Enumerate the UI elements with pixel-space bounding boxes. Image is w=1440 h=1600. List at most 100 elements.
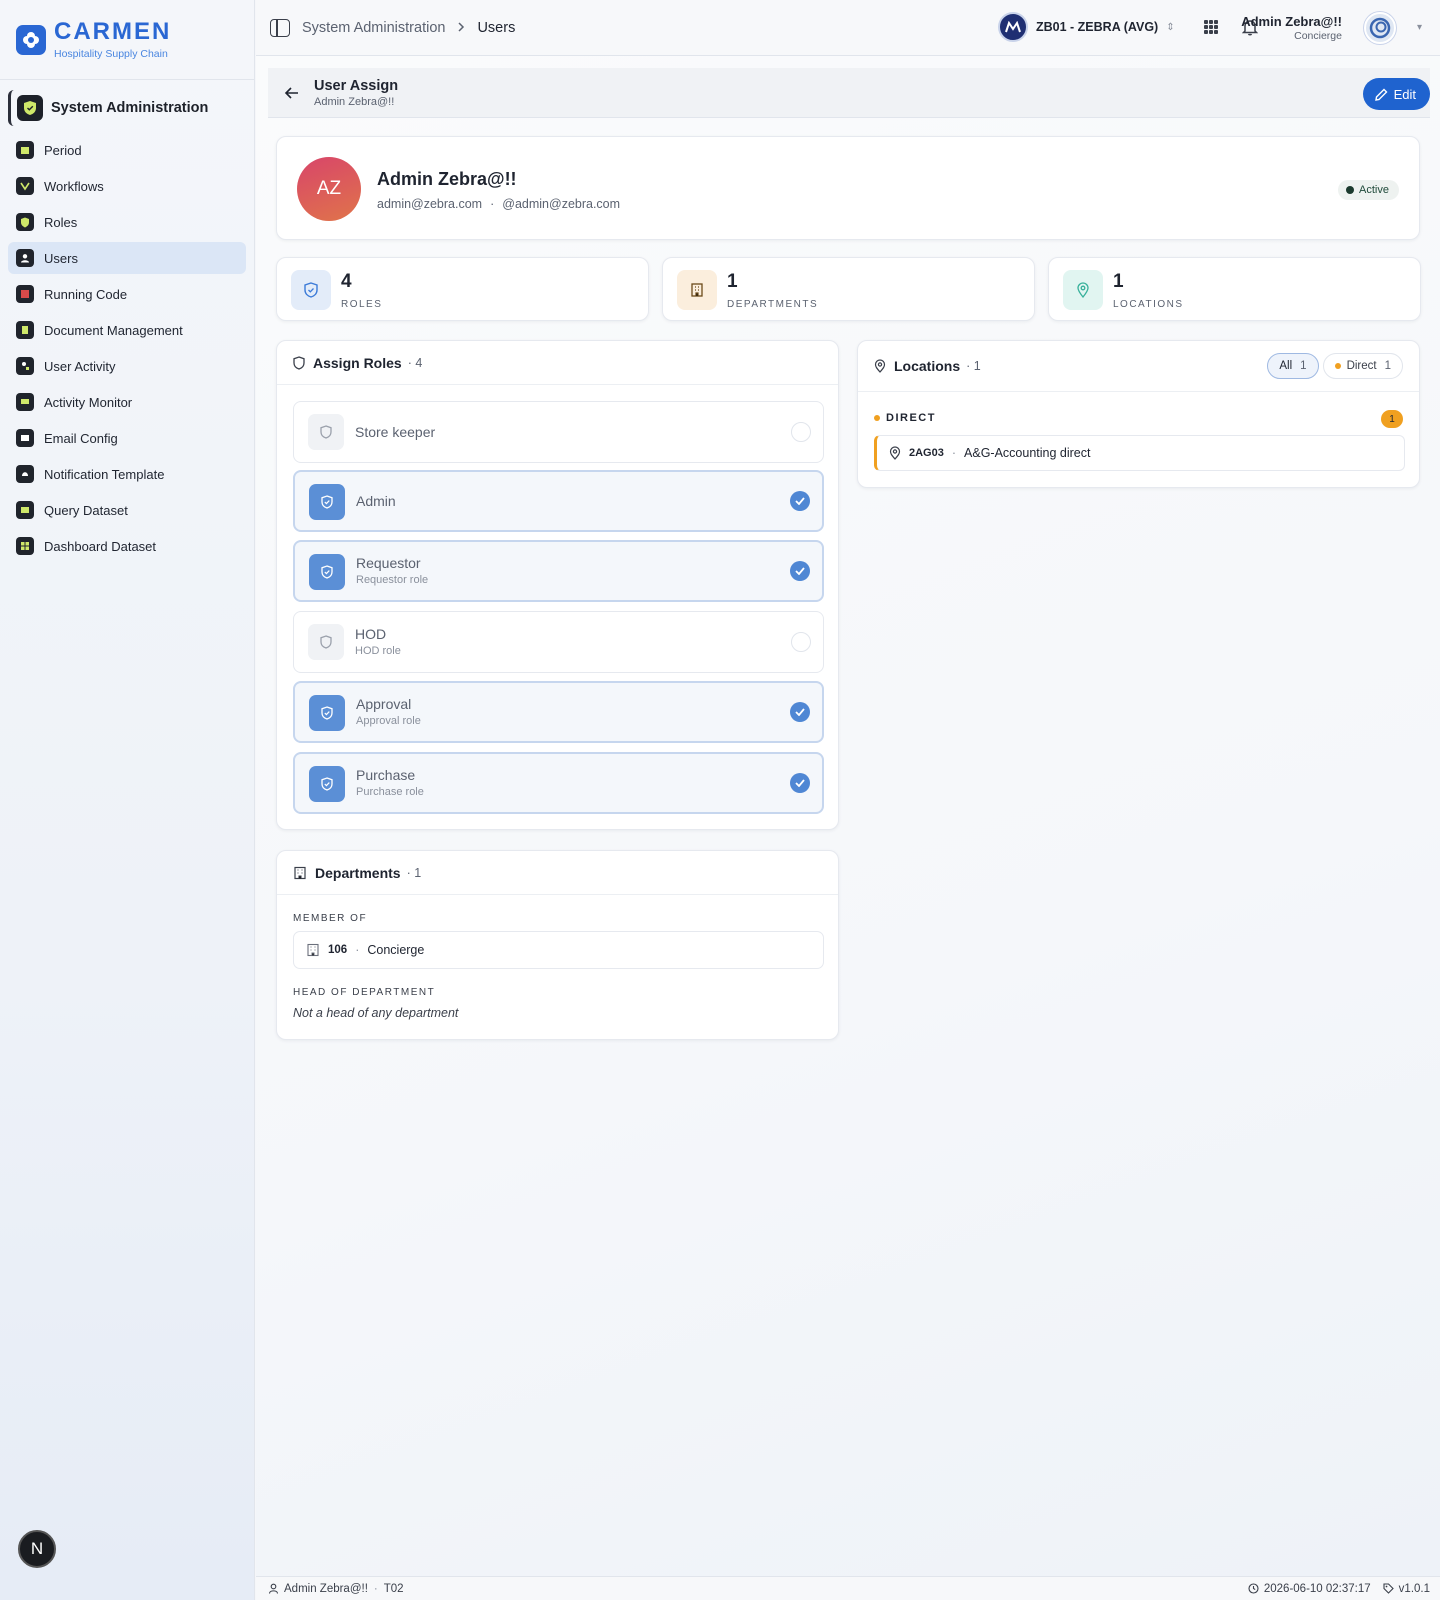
building-icon (294, 866, 306, 879)
stat-label: ROLES (341, 299, 383, 310)
shield-icon (308, 414, 344, 450)
edit-button[interactable]: Edit (1362, 78, 1430, 110)
role-checkbox[interactable] (791, 422, 811, 442)
sidebar-item-users[interactable]: Users (8, 242, 246, 274)
filter-all-chip[interactable]: All 1 (1267, 353, 1319, 379)
back-arrow-icon[interactable] (284, 85, 300, 101)
separator-dot: · (373, 1582, 378, 1595)
location-row: 2AG03 · A&G-Accounting direct (874, 435, 1405, 471)
role-option[interactable]: Approval Approval role (293, 681, 824, 743)
bell-icon (16, 465, 34, 483)
sidebar-item-roles[interactable]: Roles (8, 206, 246, 238)
code-icon (16, 285, 34, 303)
main-content: User Assign Admin Zebra@!! Edit AZ Admin… (256, 56, 1440, 1576)
shield-check-icon (17, 95, 43, 121)
user-icon (268, 1583, 279, 1594)
breadcrumb-item[interactable]: System Administration (302, 20, 445, 36)
filter-label: All (1279, 360, 1293, 372)
footer-version: v1.0.1 (1398, 1582, 1430, 1595)
calendar-icon (16, 141, 34, 159)
role-name: Requestor (356, 555, 421, 571)
shield-icon (308, 624, 344, 660)
section-count: · 1 (406, 865, 422, 880)
member-of-label: MEMBER OF (293, 913, 368, 924)
shield-check-icon (309, 766, 345, 802)
role-option[interactable]: Requestor Requestor role (293, 540, 824, 602)
brand[interactable]: CARMEN Hospitality Supply Chain (0, 0, 254, 80)
filter-direct-chip[interactable]: Direct 1 (1322, 353, 1403, 379)
role-description: HOD role (355, 645, 401, 657)
role-option[interactable]: HOD HOD role (293, 611, 824, 673)
role-name: Purchase (356, 767, 416, 783)
sidebar-item-document-management[interactable]: Document Management (8, 314, 246, 346)
dataset-icon (16, 501, 34, 519)
sidebar-item-period[interactable]: Period (8, 134, 246, 166)
chevron-up-down-icon: ⇕ (1166, 21, 1175, 33)
sidebar-toggle-icon[interactable] (270, 18, 290, 37)
footer-tenant: T02 (383, 1582, 404, 1595)
shield-icon (291, 270, 331, 310)
user-name: Admin Zebra@!! (1241, 14, 1342, 29)
apps-grid-icon[interactable] (1204, 20, 1218, 34)
role-checkbox-checked[interactable] (790, 561, 810, 581)
sidebar-item-dashboard-dataset[interactable]: Dashboard Dataset (8, 530, 246, 562)
sidebar-item-email-config[interactable]: Email Config (8, 422, 246, 454)
profile-avatar: AZ (297, 157, 361, 221)
user-department: Concierge (1294, 30, 1342, 42)
sidebar-item-user-activity[interactable]: User Activity (8, 350, 246, 382)
sidebar-item-label: Period (44, 142, 82, 158)
sidebar-item-workflows[interactable]: Workflows (8, 170, 246, 202)
role-name: HOD (355, 626, 387, 642)
status-label: Active (1359, 184, 1389, 196)
section-title: Locations (894, 358, 961, 374)
stat-label: LOCATIONS (1113, 299, 1184, 310)
sidebar-item-label: Dashboard Dataset (44, 538, 157, 554)
location-code: 2AG03 (909, 447, 944, 459)
role-option[interactable]: Admin (293, 470, 824, 532)
business-unit-logo (998, 12, 1028, 42)
sidebar-item-activity-monitor[interactable]: Activity Monitor (8, 386, 246, 418)
sidebar-item-running-code[interactable]: Running Code (8, 278, 246, 310)
role-checkbox-checked[interactable] (790, 773, 810, 793)
user-menu[interactable]: Admin Zebra@!! Concierge (1241, 14, 1342, 42)
role-name: Store keeper (355, 424, 436, 440)
role-option[interactable]: Store keeper (293, 401, 824, 463)
role-checkbox[interactable] (791, 632, 811, 652)
status-badge: Active (1338, 180, 1399, 200)
shield-icon (16, 213, 34, 231)
stat-value: 4 (341, 271, 352, 292)
section-title: Assign Roles (313, 354, 402, 371)
user-avatar[interactable] (1364, 12, 1396, 44)
map-pin-icon (874, 359, 886, 373)
status-dot (1346, 186, 1355, 194)
sidebar-item-notification-template[interactable]: Notification Template (8, 458, 246, 490)
role-checkbox-checked[interactable] (790, 491, 810, 511)
business-unit-name: ZB01 - ZEBRA (AVG) (1036, 20, 1159, 34)
module-switcher[interactable]: System Administration (8, 90, 246, 126)
status-bar: Admin Zebra@!! · T02 2026-06-10 02:37:17… (256, 1576, 1440, 1600)
dashboard-icon (16, 537, 34, 555)
chevron-down-icon[interactable]: ▾ (1417, 22, 1422, 33)
section-header: Assign Roles · 4 (277, 341, 838, 385)
dev-tools-badge[interactable]: N (18, 1530, 56, 1568)
page-subtitle: Admin Zebra@!! (314, 95, 395, 108)
role-checkbox-checked[interactable] (790, 702, 810, 722)
business-unit-switcher[interactable]: ZB01 - ZEBRA (AVG) ⇕ (998, 12, 1175, 42)
brand-name: CARMEN (54, 17, 172, 45)
section-count: · 4 (407, 355, 423, 370)
role-description: Approval role (356, 715, 421, 727)
separator-dot: · (951, 446, 957, 460)
sidebar-item-label: Document Management (44, 322, 183, 338)
role-description: Requestor role (356, 574, 429, 586)
head-of-department-value: Not a head of any department (293, 1006, 459, 1020)
stat-value: 1 (727, 271, 738, 292)
role-description: Purchase role (356, 786, 424, 798)
breadcrumb-current: Users (477, 19, 516, 36)
role-option[interactable]: Purchase Purchase role (293, 752, 824, 814)
module-title: System Administration (51, 100, 209, 116)
stat-card-locations: 1 LOCATIONS (1048, 257, 1421, 321)
sidebar-nav: Period Workflows Roles Users Running Cod… (0, 134, 254, 562)
sidebar-item-query-dataset[interactable]: Query Dataset (8, 494, 246, 526)
section-header: Departments · 1 (277, 851, 838, 895)
location-name: A&G-Accounting direct (964, 446, 1091, 460)
